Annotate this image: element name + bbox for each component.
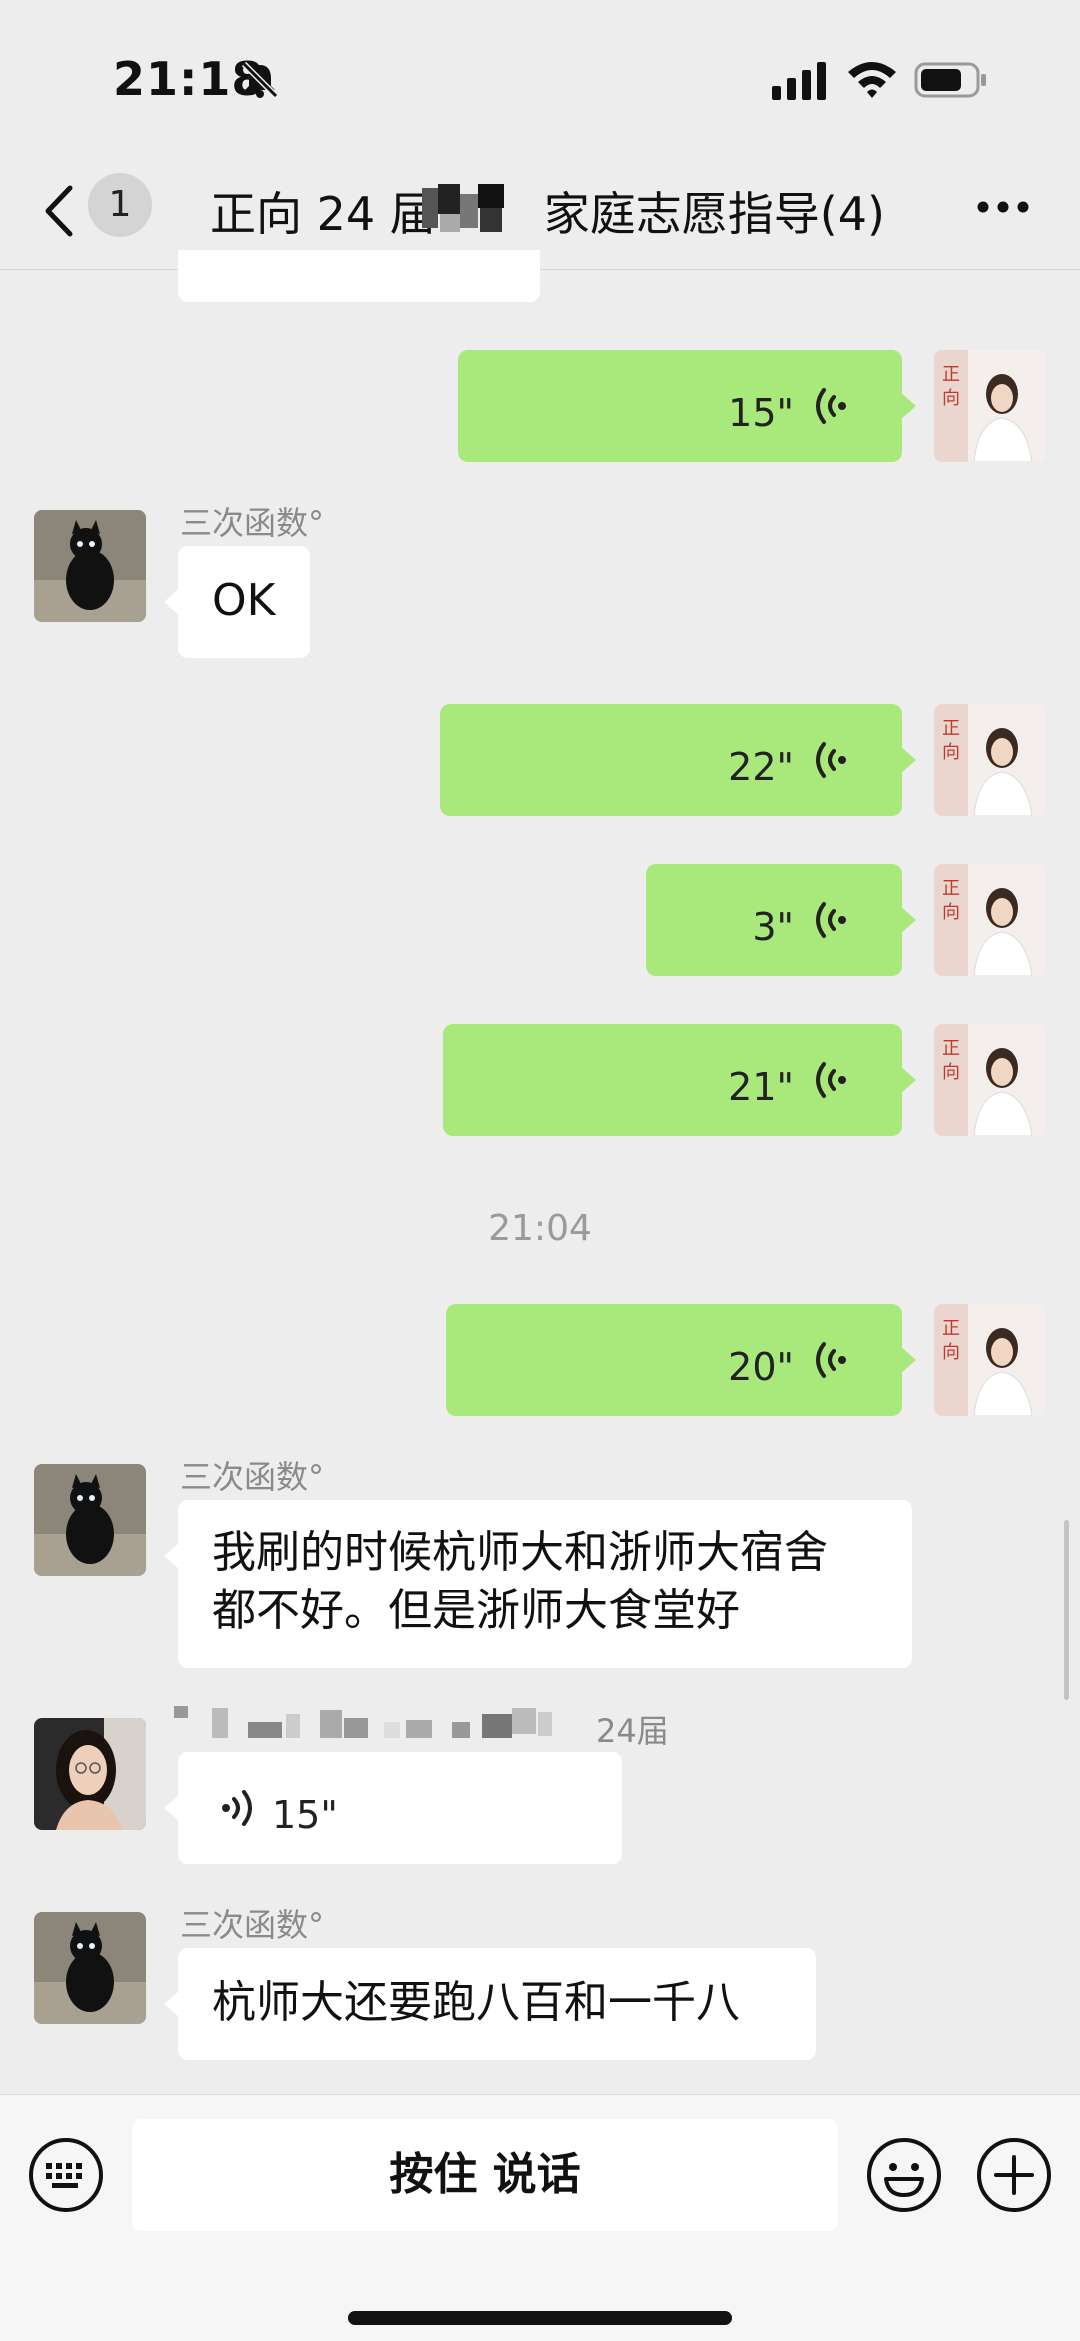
message-bubble[interactable]: 杭师大还要跑八百和一千八 <box>164 1948 816 2060</box>
voice-message-bubble[interactable]: 15" <box>164 1752 622 1864</box>
emoji-icon[interactable] <box>866 2137 942 2213</box>
avatar-image: 正 向 <box>934 1304 1046 1416</box>
voice-message-bubble[interactable]: 22" <box>440 704 916 816</box>
voice-duration: 3" <box>752 905 794 949</box>
voice-wave-icon <box>816 1342 846 1378</box>
voice-message-bubble[interactable]: 21" <box>443 1024 916 1136</box>
svg-text:正: 正 <box>942 878 960 899</box>
voice-message-bubble[interactable]: 20" <box>446 1304 916 1416</box>
status-bar: 21:18 <box>0 0 1080 160</box>
self-avatar[interactable]: 正 向 <box>934 864 1046 976</box>
keyboard-icon[interactable] <box>28 2137 104 2213</box>
redacted-sender-name <box>174 1706 552 1738</box>
svg-text:向: 向 <box>942 388 960 409</box>
voice-wave-icon <box>816 388 846 424</box>
more-dots-icon[interactable] <box>976 200 1030 214</box>
self-avatar[interactable]: 正 向 <box>934 350 1046 462</box>
self-avatar[interactable]: 正 向 <box>934 704 1046 816</box>
message-bubble[interactable]: OK <box>164 546 310 658</box>
avatar-image: 正 向 <box>934 864 1046 976</box>
sender-name: 三次函数° <box>180 1458 325 1496</box>
voice-message-bubble[interactable]: 3" <box>646 864 916 976</box>
scrollbar[interactable] <box>1064 1520 1069 1700</box>
chat-title-prefix: 正向 24 届 <box>210 187 436 241</box>
voice-wave-icon <box>816 742 846 778</box>
self-avatar[interactable]: 正 向 <box>934 1024 1046 1136</box>
svg-text:向: 向 <box>942 742 960 763</box>
chevron-left-icon[interactable] <box>40 182 76 240</box>
unread-count-badge[interactable]: 1 <box>88 173 152 237</box>
avatar-image: 正 向 <box>934 1024 1046 1136</box>
signal-icon <box>772 62 826 100</box>
chat-title[interactable]: 正向 24 届 家庭志愿指导(4) <box>210 178 885 244</box>
self-avatar[interactable]: 正 向 <box>934 1304 1046 1416</box>
svg-text:正: 正 <box>942 1318 960 1339</box>
message-bubble[interactable]: 我刷的时候杭师大和浙师大宿舍 都不好。但是浙师大食堂好 <box>164 1500 912 1668</box>
voice-duration: 20" <box>728 1345 794 1389</box>
avatar-image: 正 向 <box>934 350 1046 462</box>
avatar-image <box>34 1912 146 2024</box>
svg-text:向: 向 <box>942 1062 960 1083</box>
voice-duration: 15" <box>272 1793 338 1837</box>
voice-duration: 15" <box>728 391 794 435</box>
chat-title-suffix: 家庭志愿指导(4) <box>543 187 885 241</box>
svg-text:向: 向 <box>942 1342 960 1363</box>
home-indicator <box>348 2311 732 2325</box>
svg-text:正: 正 <box>942 1038 960 1059</box>
hold-to-talk-button[interactable]: 按住 说话 <box>132 2119 838 2231</box>
voice-wave-icon <box>816 1062 846 1098</box>
sender-name-suffix: 24届 <box>596 1712 669 1750</box>
redacted-mosaic <box>422 184 504 232</box>
contact-avatar-cat[interactable] <box>34 1464 146 1576</box>
contact-avatar-cat[interactable] <box>34 1912 146 2024</box>
chat-header: 1 正向 24 届 家庭志愿指导(4) <box>0 160 1080 270</box>
svg-text:向: 向 <box>942 902 960 923</box>
message-text-line: 都不好。但是浙师大食堂好 <box>212 1585 740 1636</box>
svg-text:正: 正 <box>942 364 960 385</box>
message-bubble-partial[interactable] <box>178 250 540 302</box>
voice-duration: 22" <box>728 745 794 789</box>
message-text-line: 我刷的时候杭师大和浙师大宿舍 <box>212 1527 828 1578</box>
message-timestamp: 21:04 <box>488 1208 592 1249</box>
voice-duration: 21" <box>728 1065 794 1109</box>
avatar-image <box>34 1464 146 1576</box>
sender-name: 三次函数° <box>180 504 325 542</box>
voice-wave-icon <box>816 902 846 938</box>
avatar-image: 正 向 <box>934 704 1046 816</box>
contact-avatar-woman[interactable] <box>34 1718 146 1830</box>
bell-muted-icon <box>241 61 279 99</box>
battery-icon <box>914 62 986 98</box>
message-text: OK <box>212 575 276 626</box>
input-bar: 按住 说话 <box>0 2094 1080 2341</box>
voice-message-bubble[interactable]: 15" <box>458 350 916 462</box>
avatar-image <box>34 510 146 622</box>
voice-wave-icon <box>222 1790 252 1826</box>
svg-text:正: 正 <box>942 718 960 739</box>
avatar-image <box>34 1718 146 1830</box>
plus-icon[interactable] <box>976 2137 1052 2213</box>
contact-avatar-cat[interactable] <box>34 510 146 622</box>
sender-name: 三次函数° <box>180 1906 325 1944</box>
wifi-icon <box>848 62 896 98</box>
message-text: 杭师大还要跑八百和一千八 <box>212 1977 740 2028</box>
